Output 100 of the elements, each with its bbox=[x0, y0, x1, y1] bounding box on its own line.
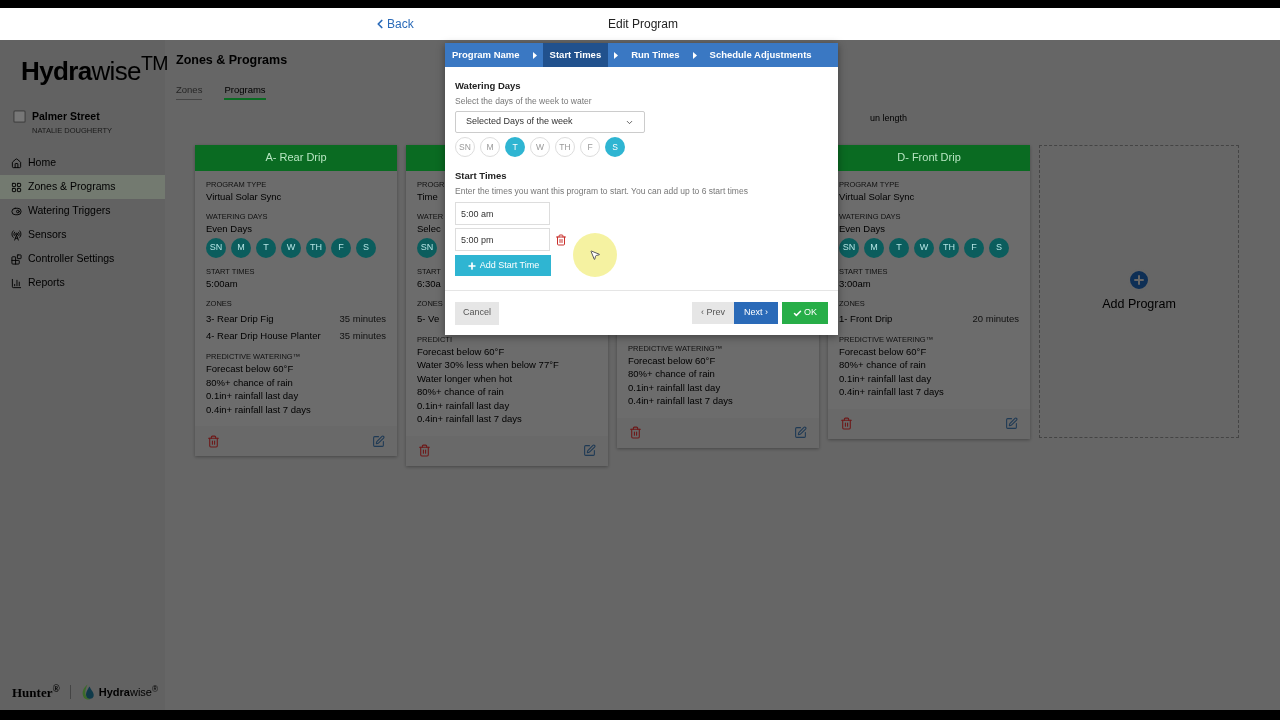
home-icon bbox=[11, 157, 22, 169]
hint-text: Select the days of the week to water bbox=[455, 95, 593, 108]
page-title: Edit Program bbox=[608, 16, 679, 33]
controller-icon bbox=[12, 109, 27, 124]
day-toggle[interactable]: M bbox=[231, 237, 251, 258]
edit-icon[interactable] bbox=[1005, 417, 1018, 431]
logo-text: Hydrawise$^{®}$ bbox=[98, 684, 159, 700]
nav-item[interactable]: Reports bbox=[0, 271, 165, 295]
day-toggle[interactable]: SN bbox=[839, 237, 859, 258]
time-field[interactable]: 5:00 am bbox=[455, 202, 550, 225]
wizard-tab[interactable]: Start Times bbox=[542, 43, 609, 67]
card-title: D- Front Drip bbox=[897, 150, 961, 166]
edit-icon[interactable] bbox=[372, 434, 385, 448]
nav-item[interactable]: Controller Settings bbox=[0, 247, 165, 271]
predictive-rule: Water 30% less when below 77°F bbox=[417, 358, 559, 372]
ok-button[interactable]: OK bbox=[782, 302, 828, 324]
day-toggle[interactable]: T bbox=[256, 237, 276, 258]
field-value: 5:00am bbox=[206, 276, 238, 290]
prev-button[interactable]: ‹ Prev bbox=[692, 302, 734, 324]
step-arrow-icon bbox=[614, 51, 619, 59]
brand-logo: Hunter$^{®}$ bbox=[12, 682, 60, 702]
plus-icon bbox=[466, 260, 477, 271]
add-program-card[interactable]: Add Program bbox=[1039, 144, 1239, 438]
note-text: un length bbox=[869, 112, 907, 125]
day-toggle[interactable]: W bbox=[281, 237, 301, 258]
day-toggle[interactable]: SN bbox=[206, 237, 226, 258]
check-icon bbox=[793, 308, 802, 318]
days-select[interactable]: Selected Days of the week bbox=[455, 111, 645, 133]
grid-icon bbox=[11, 181, 22, 193]
predictive-rule: 0.1in+ rainfall last day bbox=[206, 389, 299, 403]
predictive-rule: 0.4in+ rainfall last 7 days bbox=[839, 385, 944, 399]
delete-icon[interactable] bbox=[555, 233, 567, 246]
edit-icon[interactable] bbox=[794, 426, 807, 439]
field-value: Selec bbox=[417, 221, 441, 235]
field-value: Time bbox=[417, 189, 438, 203]
zone-name: 1- Front Drip bbox=[839, 311, 893, 326]
predictive-rule: 80%+ chance of rain bbox=[628, 367, 715, 381]
day-toggle[interactable]: W bbox=[914, 237, 934, 258]
time-field[interactable]: 5:00 pm bbox=[455, 228, 550, 251]
predictive-rule: 0.4in+ rainfall last 7 days bbox=[206, 402, 311, 416]
predictive-rule: Forecast below 60°F bbox=[839, 344, 927, 359]
step-arrow-icon bbox=[692, 51, 697, 59]
field-value: Virtual Solar Sync bbox=[206, 189, 282, 203]
predictive-rule: 0.1in+ rainfall last day bbox=[839, 371, 932, 386]
zone-name: 3- Rear Drip Fig bbox=[206, 311, 274, 326]
predictive-rule: 80%+ chance of rain bbox=[206, 375, 293, 389]
cancel-button[interactable]: Cancel bbox=[455, 301, 499, 325]
wizard-tab[interactable]: Program Name bbox=[445, 43, 527, 67]
field-value: 3:00am bbox=[839, 276, 871, 290]
toggle-icon bbox=[11, 205, 22, 217]
day-toggle[interactable]: T bbox=[889, 237, 909, 258]
section-tab[interactable]: Programs bbox=[224, 82, 266, 100]
section-title: Zones & Programs bbox=[176, 52, 288, 69]
day-toggle[interactable]: S bbox=[989, 237, 1009, 258]
edit-icon[interactable] bbox=[583, 444, 596, 458]
delete-icon[interactable] bbox=[207, 434, 220, 448]
back-link[interactable]: Back bbox=[373, 15, 414, 33]
cursor-icon bbox=[589, 249, 601, 261]
field-value: Even Days bbox=[206, 221, 252, 235]
section-heading: Start Times bbox=[455, 169, 508, 183]
antenna-icon bbox=[11, 229, 22, 241]
day-toggle[interactable]: S bbox=[356, 237, 376, 258]
nav-item[interactable]: Zones & Programs bbox=[0, 175, 165, 199]
delete-icon[interactable] bbox=[840, 417, 853, 431]
zone-duration: 35 minutes bbox=[339, 311, 386, 326]
zone-name: 5- Ve bbox=[417, 311, 440, 326]
day-toggle[interactable]: F bbox=[331, 237, 351, 258]
step-arrow-icon bbox=[532, 51, 537, 59]
bar-chart-icon bbox=[11, 277, 22, 289]
nav-item[interactable]: Watering Triggers bbox=[0, 199, 165, 223]
logo-text: Hydrawise$^{TM}$ bbox=[21, 52, 168, 88]
delete-icon[interactable] bbox=[418, 444, 431, 458]
day-toggle[interactable]: TH bbox=[939, 237, 959, 258]
delete-icon[interactable] bbox=[629, 426, 642, 439]
field-value: 6:30a bbox=[417, 276, 441, 290]
day-toggle[interactable]: SN bbox=[417, 237, 437, 258]
day-toggle[interactable]: F bbox=[964, 237, 984, 258]
predictive-rule: Forecast below 60°F bbox=[417, 344, 505, 359]
wizard-tab[interactable]: Run Times bbox=[624, 43, 687, 67]
zone-name: 4- Rear Drip House Planter bbox=[206, 328, 321, 343]
logo-icon bbox=[80, 683, 95, 702]
predictive-rule: Forecast below 60°F bbox=[206, 362, 294, 376]
day-toggle[interactable]: M bbox=[864, 237, 884, 258]
field-value: Virtual Solar Sync bbox=[839, 189, 915, 203]
next-button[interactable]: Next › bbox=[734, 302, 778, 324]
nav-item[interactable]: Home bbox=[0, 151, 165, 175]
field-value: Even Days bbox=[839, 221, 885, 235]
section-heading: Watering Days bbox=[455, 79, 522, 93]
hint-text: Enter the times you want this program to start. You can add up to 6 start times bbox=[455, 185, 749, 198]
predictive-rule: 0.1in+ rainfall last day bbox=[628, 380, 721, 394]
nav-item[interactable]: Sensors bbox=[0, 223, 165, 247]
predictive-rule: 0.4in+ rainfall last 7 days bbox=[628, 394, 733, 408]
day-toggle[interactable]: TH bbox=[306, 237, 326, 258]
predictive-rule: Water longer when hot bbox=[417, 371, 513, 386]
site-name: Palmer Street bbox=[32, 109, 101, 124]
zone-duration: 20 minutes bbox=[972, 311, 1019, 326]
card-title: A- Rear Drip bbox=[265, 150, 327, 166]
zone-duration: 35 minutes bbox=[339, 328, 386, 343]
blocks-icon bbox=[11, 253, 22, 265]
wizard-tab[interactable]: Schedule Adjustments bbox=[702, 43, 819, 67]
